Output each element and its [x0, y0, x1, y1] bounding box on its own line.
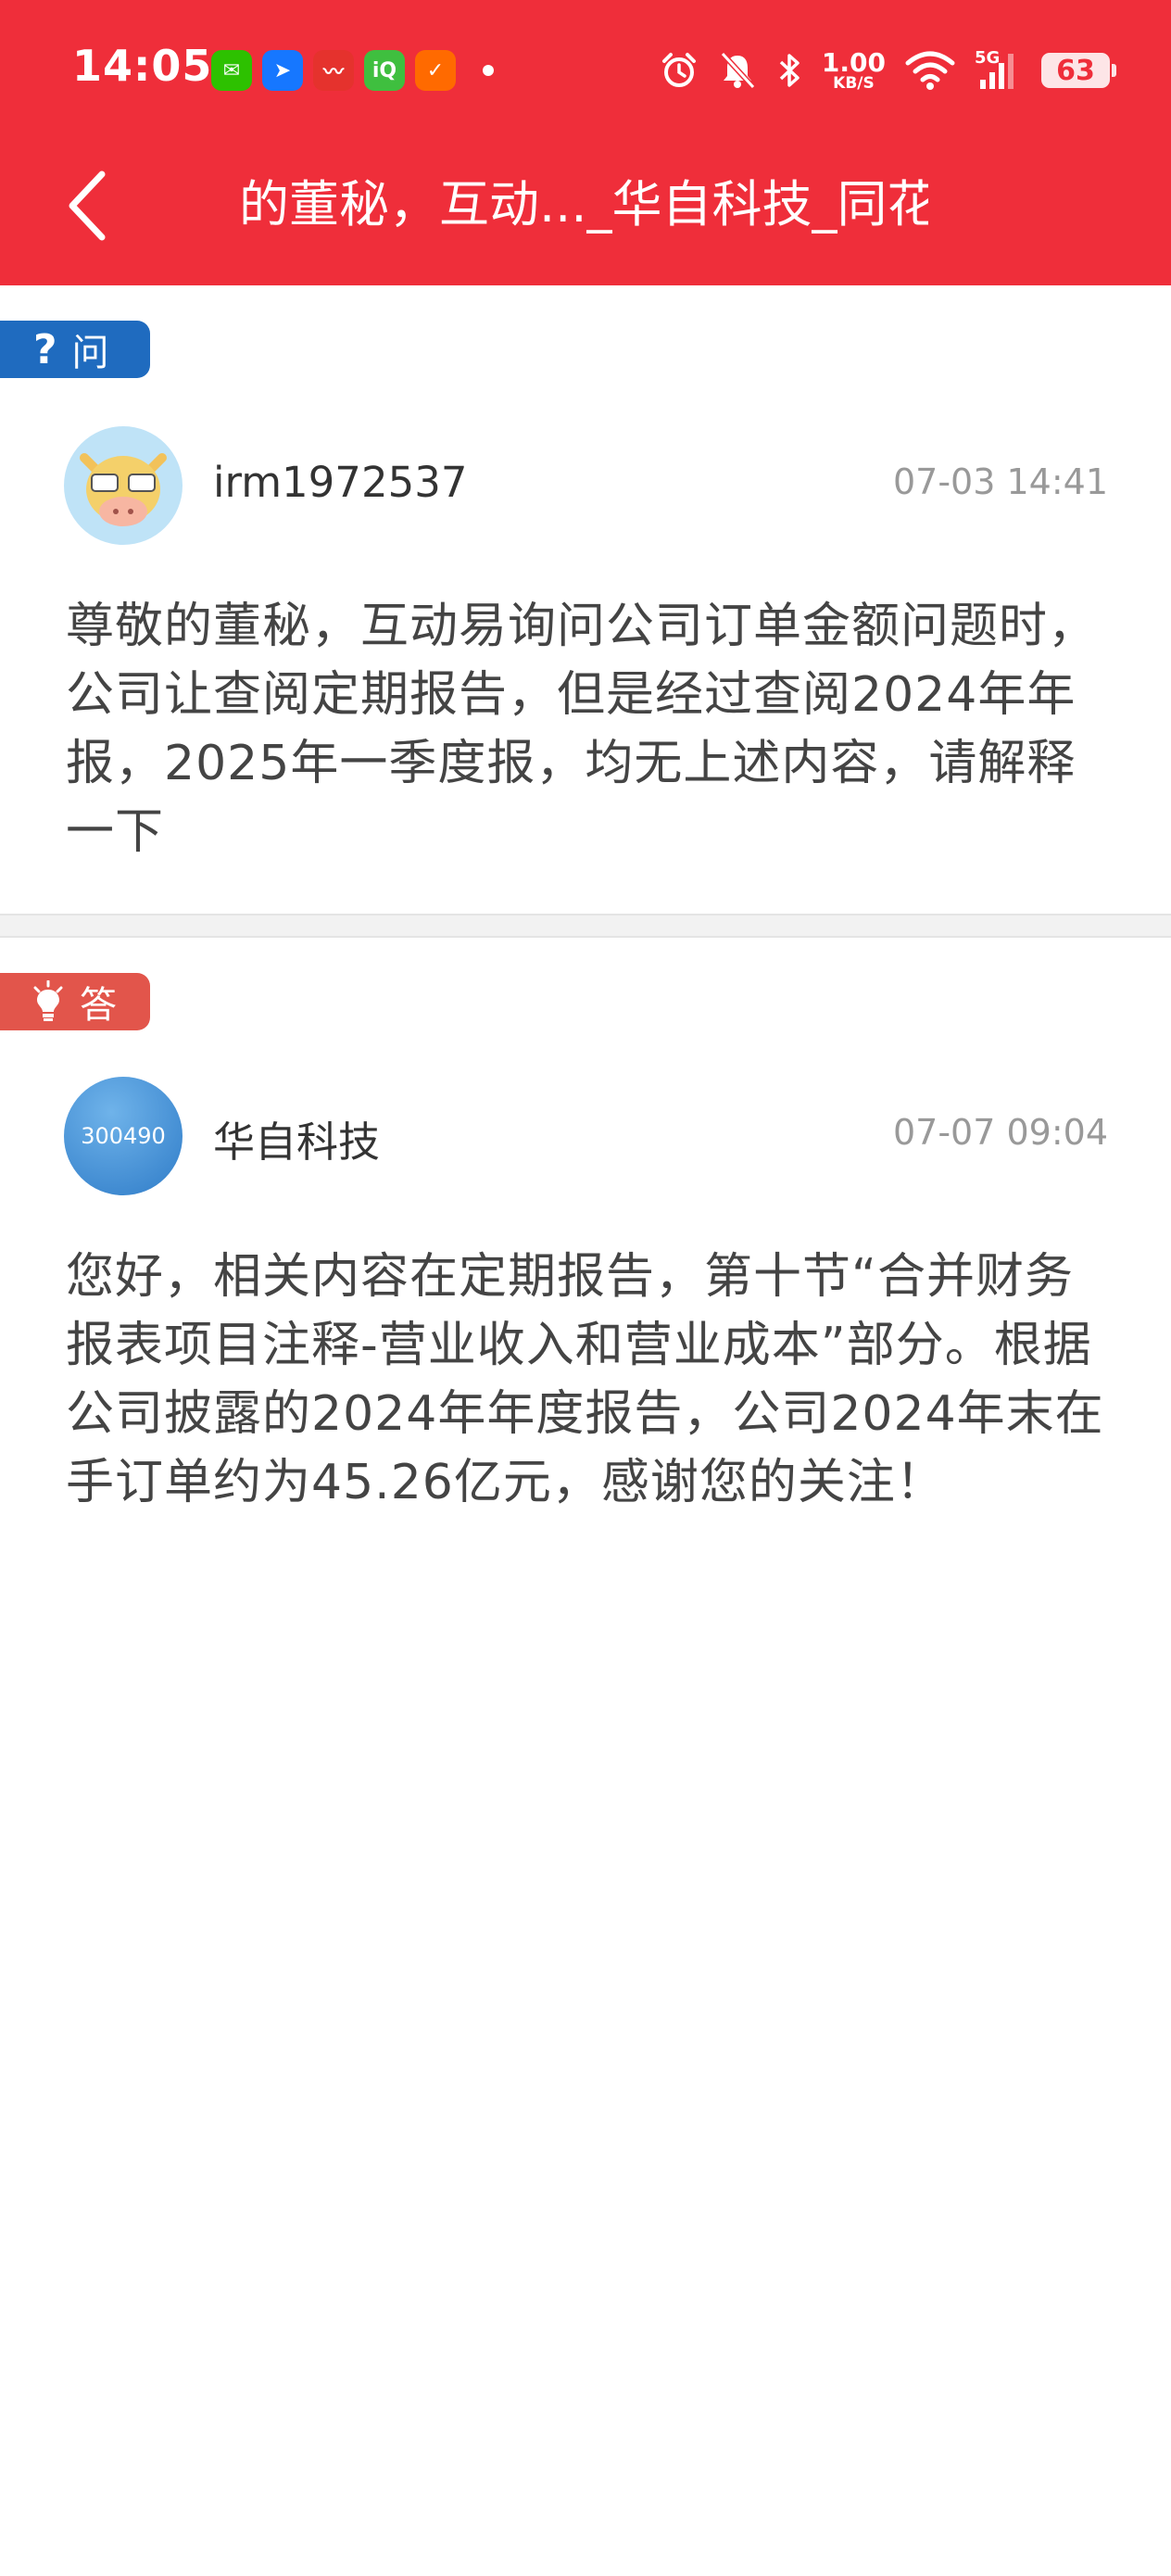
stock-code: 300490 [81, 1123, 166, 1149]
wechat-icon: ✉ [211, 50, 252, 91]
answer-tag: 答 [0, 973, 150, 1030]
wifi-icon [905, 51, 955, 90]
answer-text: 您好，相关内容在定期报告，第十节“合并财务报表项目注释-营业收入和营业成本”部分… [66, 1249, 1104, 1510]
lightbulb-icon [33, 980, 63, 1021]
question-tag-label: 问 [71, 332, 109, 374]
status-time: 14:05 [72, 41, 213, 91]
network-speed: 1.00 KB/S [821, 46, 886, 93]
back-button[interactable] [65, 159, 139, 252]
cow-avatar-icon [64, 426, 183, 545]
mute-icon [720, 51, 756, 90]
system-icons: 1.00 KB/S 5G 63 [659, 44, 1116, 96]
avatar[interactable] [64, 426, 183, 545]
question-tag: ? 问 [0, 321, 150, 378]
question-text: 尊敬的董秘，互动易询问公司订单金额问题时，公司让查阅定期报告，但是经过查阅202… [66, 599, 1098, 860]
signal-icon [980, 54, 1014, 89]
news-app-icon: ✓ [415, 50, 456, 91]
cellular-signal: 5G [975, 48, 1023, 91]
network-speed-value: 1.00 [821, 46, 886, 78]
avatar[interactable]: 300490 [64, 1077, 183, 1195]
network-speed-unit: KB/S [833, 73, 875, 93]
question-time: 07-03 14:41 [892, 461, 1108, 502]
question-icon: ? [33, 325, 57, 373]
status-bar: 14:05 ✉ ➤ 〰 iQ ✓ 1.00 KB/S 5G 63 [0, 0, 1171, 139]
answer-time: 07-07 09:04 [892, 1112, 1108, 1153]
question-user-name[interactable]: irm1972537 [213, 458, 467, 507]
iqiyi-icon: iQ [364, 50, 405, 91]
bluetooth-icon [779, 54, 800, 87]
answer-tag-label: 答 [80, 984, 117, 1027]
question-author-row: irm1972537 07-03 14:41 [0, 426, 1171, 545]
page-title-container: 的董秘，互动..._华自科技_同花顺 [239, 172, 928, 237]
alarm-icon [661, 53, 696, 87]
section-divider [0, 914, 1171, 938]
page-title: 的董秘，互动..._华自科技_同花顺 [239, 175, 928, 234]
more-notifications-icon [483, 65, 494, 76]
answer-user-name[interactable]: 华自科技 [213, 1108, 380, 1168]
alipay-icon: ➤ [262, 50, 303, 91]
stock-app-icon: 〰 [313, 50, 354, 91]
battery-indicator: 63 [1041, 53, 1116, 88]
notification-app-icons: ✉ ➤ 〰 iQ ✓ [211, 50, 494, 91]
app-bar: 14:05 ✉ ➤ 〰 iQ ✓ 1.00 KB/S 5G 63 的董秘，互动.… [0, 0, 1171, 285]
answer-author-row: 300490 华自科技 07-07 09:04 [0, 1077, 1171, 1195]
chevron-left-icon [69, 170, 106, 241]
